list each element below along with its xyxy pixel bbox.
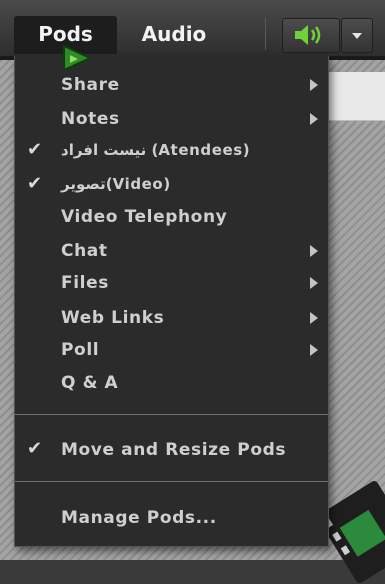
menu-item-video-telephony[interactable]: Video Telephony (15, 202, 328, 232)
menu-item-label: Move and Resize Pods (61, 440, 287, 460)
menu-item-label: Files (61, 273, 109, 293)
menu-item-q-and-a[interactable]: Q & A (15, 368, 328, 398)
speaker-volume-icon (295, 25, 321, 45)
checkmark-icon: ✔ (27, 438, 43, 459)
speaker-button[interactable] (282, 18, 340, 53)
audio-options-button[interactable] (341, 18, 373, 53)
checkmark-icon: ✔ (27, 139, 43, 160)
menu-item-label: Share (61, 75, 120, 95)
menu-item-label: Manage Pods... (61, 508, 217, 528)
menu-item-poll[interactable]: Poll (15, 335, 328, 365)
menu-separator (15, 481, 328, 482)
menu-item-label: Notes (61, 109, 120, 129)
menu-item-label: Web Links (61, 308, 165, 328)
menu-item-label: Chat (61, 241, 108, 261)
pods-dropdown-menu: Share Notes ✔ نیست افراد (Atendees) ✔ تص… (14, 56, 329, 547)
menu-separator (15, 414, 328, 415)
submenu-arrow-icon (310, 312, 318, 324)
submenu-arrow-icon (310, 113, 318, 125)
menu-item-chat[interactable]: Chat (15, 236, 328, 266)
submenu-arrow-icon (310, 245, 318, 257)
submenu-arrow-icon (310, 79, 318, 91)
menu-item-files[interactable]: Files (15, 268, 328, 298)
menu-item-share[interactable]: Share (15, 70, 328, 100)
menubar-divider (265, 18, 266, 50)
audio-menu-tab[interactable]: Audio (122, 16, 226, 54)
checkmark-icon: ✔ (27, 173, 43, 194)
menu-item-attendees[interactable]: ✔ نیست افراد (Atendees) (15, 136, 328, 166)
menu-item-move-resize-pods[interactable]: ✔ Move and Resize Pods (15, 435, 328, 465)
mouse-pointer-icon (63, 44, 93, 72)
submenu-arrow-icon (310, 277, 318, 289)
menu-item-label: Q & A (61, 373, 119, 393)
chevron-down-icon (352, 33, 362, 39)
pod-titlebar-fragment (322, 72, 385, 121)
menu-item-label: نیست افراد (Atendees) (61, 141, 250, 159)
menu-item-label: Poll (61, 340, 100, 360)
menu-item-label: Video Telephony (61, 207, 228, 227)
menu-item-notes[interactable]: Notes (15, 104, 328, 134)
top-menu-bar: Pods Audio (0, 0, 385, 60)
menu-item-manage-pods[interactable]: Manage Pods... (15, 503, 328, 533)
menu-item-label: تصویر(Video) (61, 175, 171, 193)
menu-item-video[interactable]: ✔ تصویر(Video) (15, 170, 328, 200)
submenu-arrow-icon (310, 344, 318, 356)
menu-item-web-links[interactable]: Web Links (15, 303, 328, 333)
